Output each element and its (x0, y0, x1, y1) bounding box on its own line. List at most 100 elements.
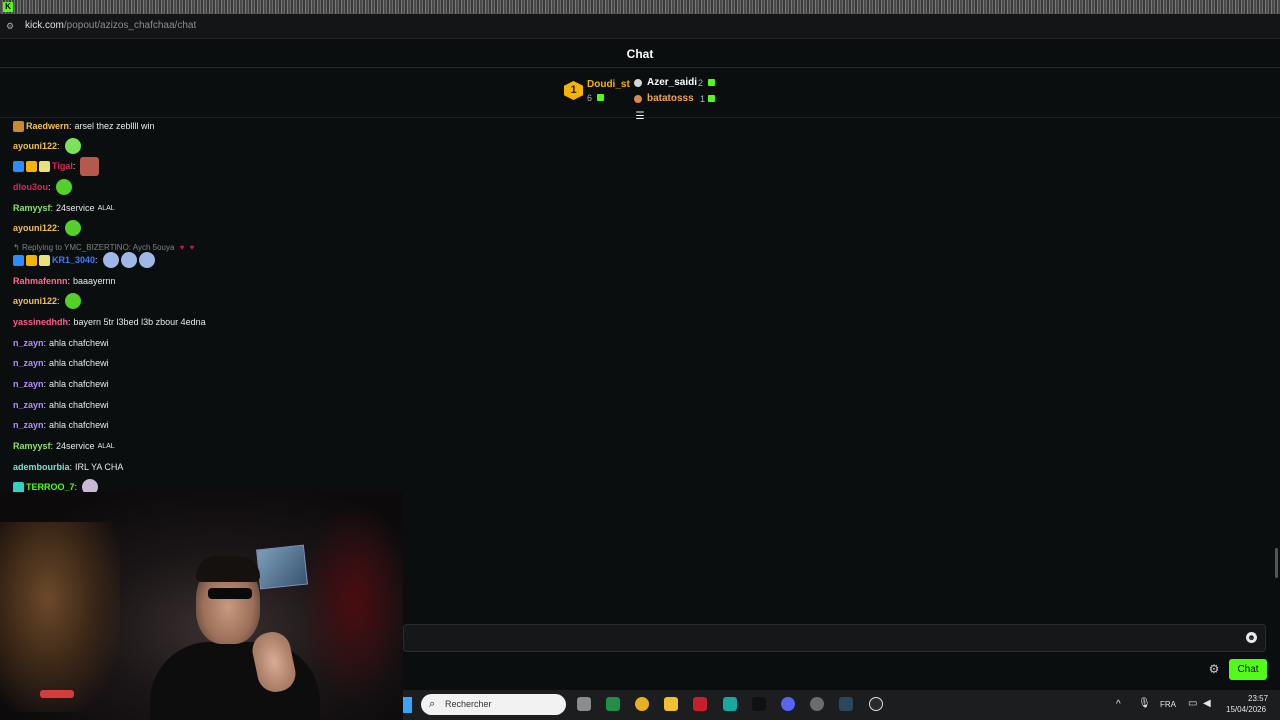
streamer-body (150, 642, 320, 720)
emote-icon (64, 138, 81, 154)
network-icon[interactable]: ▭ (1188, 698, 1197, 709)
chat-message: KR1_3040: (13, 252, 155, 268)
chat-text-suffix: ALAL (97, 204, 115, 212)
windows-start-icon[interactable] (403, 697, 412, 713)
leaderboard-third-count: 1 (700, 94, 706, 104)
chat-username[interactable]: TERROO_7 (26, 482, 75, 492)
chrome-icon[interactable] (635, 697, 649, 711)
leaderboard-second-name[interactable]: Azer_saidi (647, 77, 697, 88)
chat-username[interactable]: Tigal (52, 161, 73, 171)
chat-message: ayouni122: (13, 293, 81, 309)
app-icon[interactable] (606, 697, 620, 711)
chat-input-box[interactable]: ☻ (403, 624, 1266, 652)
chat-message: yassinedhdh: bayern 5tr l3bed l3b zbour … (13, 317, 206, 327)
chat-title: Chat (626, 47, 654, 61)
language-indicator[interactable]: FRA (1160, 700, 1176, 709)
chat-username[interactable]: yassinedhdh (13, 317, 68, 327)
chat-text: 24service (56, 441, 95, 451)
chat-username[interactable]: n_zayn (13, 358, 44, 368)
app-icon[interactable] (693, 697, 707, 711)
chat-username[interactable]: Raedwern (26, 121, 69, 131)
app-icon[interactable] (752, 697, 766, 711)
chat-username[interactable]: Ramyysf (13, 203, 51, 213)
chat-text: IRL YA CHA (75, 462, 124, 472)
chat-message: adembourbia: IRL YA CHA (13, 462, 124, 472)
chat-text: baaayernn (73, 276, 116, 286)
heart-emote-icon (120, 252, 137, 268)
leaderboard-second-count: 2 (698, 78, 704, 88)
taskbar-search-placeholder: Rechercher (445, 699, 492, 709)
media-player-icon[interactable] (869, 697, 883, 711)
chat-text: bayern 5tr l3bed l3b zbour 4edna (73, 317, 206, 327)
chat-message-list[interactable]: Raedwern: arsel thez zebllll win ayouni1… (0, 118, 1270, 496)
subscriber-badge-icon (13, 481, 24, 493)
chat-username[interactable]: ayouni122 (13, 296, 57, 306)
webcam-overlay (0, 492, 403, 720)
red-device (40, 690, 74, 698)
app-icon[interactable] (810, 697, 824, 711)
chat-message: Raedwern: arsel thez zebllll win (13, 119, 155, 133)
volume-icon[interactable]: ◀ (1203, 698, 1211, 709)
chat-text: ahla chafchewi (49, 338, 109, 348)
chat-message-input[interactable] (410, 629, 1230, 647)
chat-username[interactable]: ayouni122 (13, 141, 57, 151)
send-chat-button[interactable]: Chat (1229, 659, 1267, 680)
heart-emote-icon: ♥ (179, 243, 185, 252)
chat-username[interactable]: n_zayn (13, 379, 44, 389)
gift-icon (708, 95, 715, 102)
chat-username[interactable]: dlou3ou (13, 182, 48, 192)
gift-icon (597, 94, 604, 101)
heart-emote-icon: ♥ (189, 243, 195, 252)
microphone-icon[interactable]: 🎙 (1138, 698, 1151, 709)
chat-message: n_zayn: ahla chafchewi (13, 420, 109, 430)
chat-username[interactable]: n_zayn (13, 400, 44, 410)
discord-icon[interactable] (781, 697, 795, 711)
browser-title-bar: K (0, 0, 1280, 14)
chat-message: Ramyysf: 24service ALAL (13, 441, 115, 451)
gift-icon (708, 79, 715, 86)
leaderboard-first-name[interactable]: Doudi_st (587, 79, 630, 90)
chat-scrollbar[interactable] (1275, 548, 1278, 578)
chat-message: dlou3ou: (13, 179, 72, 195)
chat-text: ahla chafchewi (49, 358, 109, 368)
chat-username[interactable]: n_zayn (13, 420, 44, 430)
site-settings-icon[interactable]: ⚙ (6, 21, 16, 31)
wall-poster (0, 522, 120, 712)
leaderboard-third-name[interactable]: batatosss (647, 93, 694, 104)
emote-icon (64, 220, 81, 236)
sunglasses (208, 588, 252, 599)
chat-text-suffix: ALAL (97, 442, 115, 450)
steam-icon[interactable] (839, 697, 853, 711)
chat-username[interactable]: KR1_3040 (52, 255, 95, 265)
verified-badge-icon (13, 254, 24, 266)
crown-badge-icon (26, 254, 37, 266)
subscriber-badge-icon (39, 160, 50, 172)
chat-message: ayouni122: (13, 220, 81, 236)
chat-username[interactable]: ayouni122 (13, 223, 57, 233)
chat-settings-gear-icon[interactable]: ⚙ (1207, 662, 1221, 676)
taskbar-search[interactable]: ⌕ Rechercher (421, 694, 566, 715)
chat-username[interactable]: Rahmafennn (13, 276, 68, 286)
clock-date[interactable]: 15/04/2026 (1226, 705, 1266, 714)
rank-one-badge-icon: 1 (564, 81, 583, 100)
silver-medal-icon (634, 79, 642, 87)
chat-message: Ramyysf: 24service ALAL (13, 203, 115, 213)
bronze-medal-icon (634, 95, 642, 103)
subscriber-badge-icon (13, 120, 24, 132)
streamer-hair (196, 556, 260, 582)
chat-text: ahla chafchewi (49, 379, 109, 389)
emoji-picker-icon[interactable]: ☻ (1246, 632, 1257, 643)
url-text[interactable]: kick.com/popout/azizos_chafchaa/chat (25, 20, 196, 31)
app-icon[interactable] (723, 697, 737, 711)
chat-text: ahla chafchewi (49, 420, 109, 430)
reply-context[interactable]: ↰ Replying to YMC_BIZERTINO: Aych 5ouya … (13, 243, 194, 252)
chat-username[interactable]: adembourbia (13, 462, 70, 472)
chat-username[interactable]: Ramyysf (13, 441, 51, 451)
chat-username[interactable]: n_zayn (13, 338, 44, 348)
show-hidden-icons-chevron-icon[interactable]: ^ (1116, 699, 1121, 710)
file-explorer-icon[interactable] (664, 697, 678, 711)
emote-icon (55, 179, 72, 195)
clock-time[interactable]: 23:57 (1248, 694, 1268, 703)
task-view-icon[interactable] (577, 697, 591, 711)
address-bar[interactable]: ⚙ kick.com/popout/azizos_chafchaa/chat (0, 14, 1280, 39)
